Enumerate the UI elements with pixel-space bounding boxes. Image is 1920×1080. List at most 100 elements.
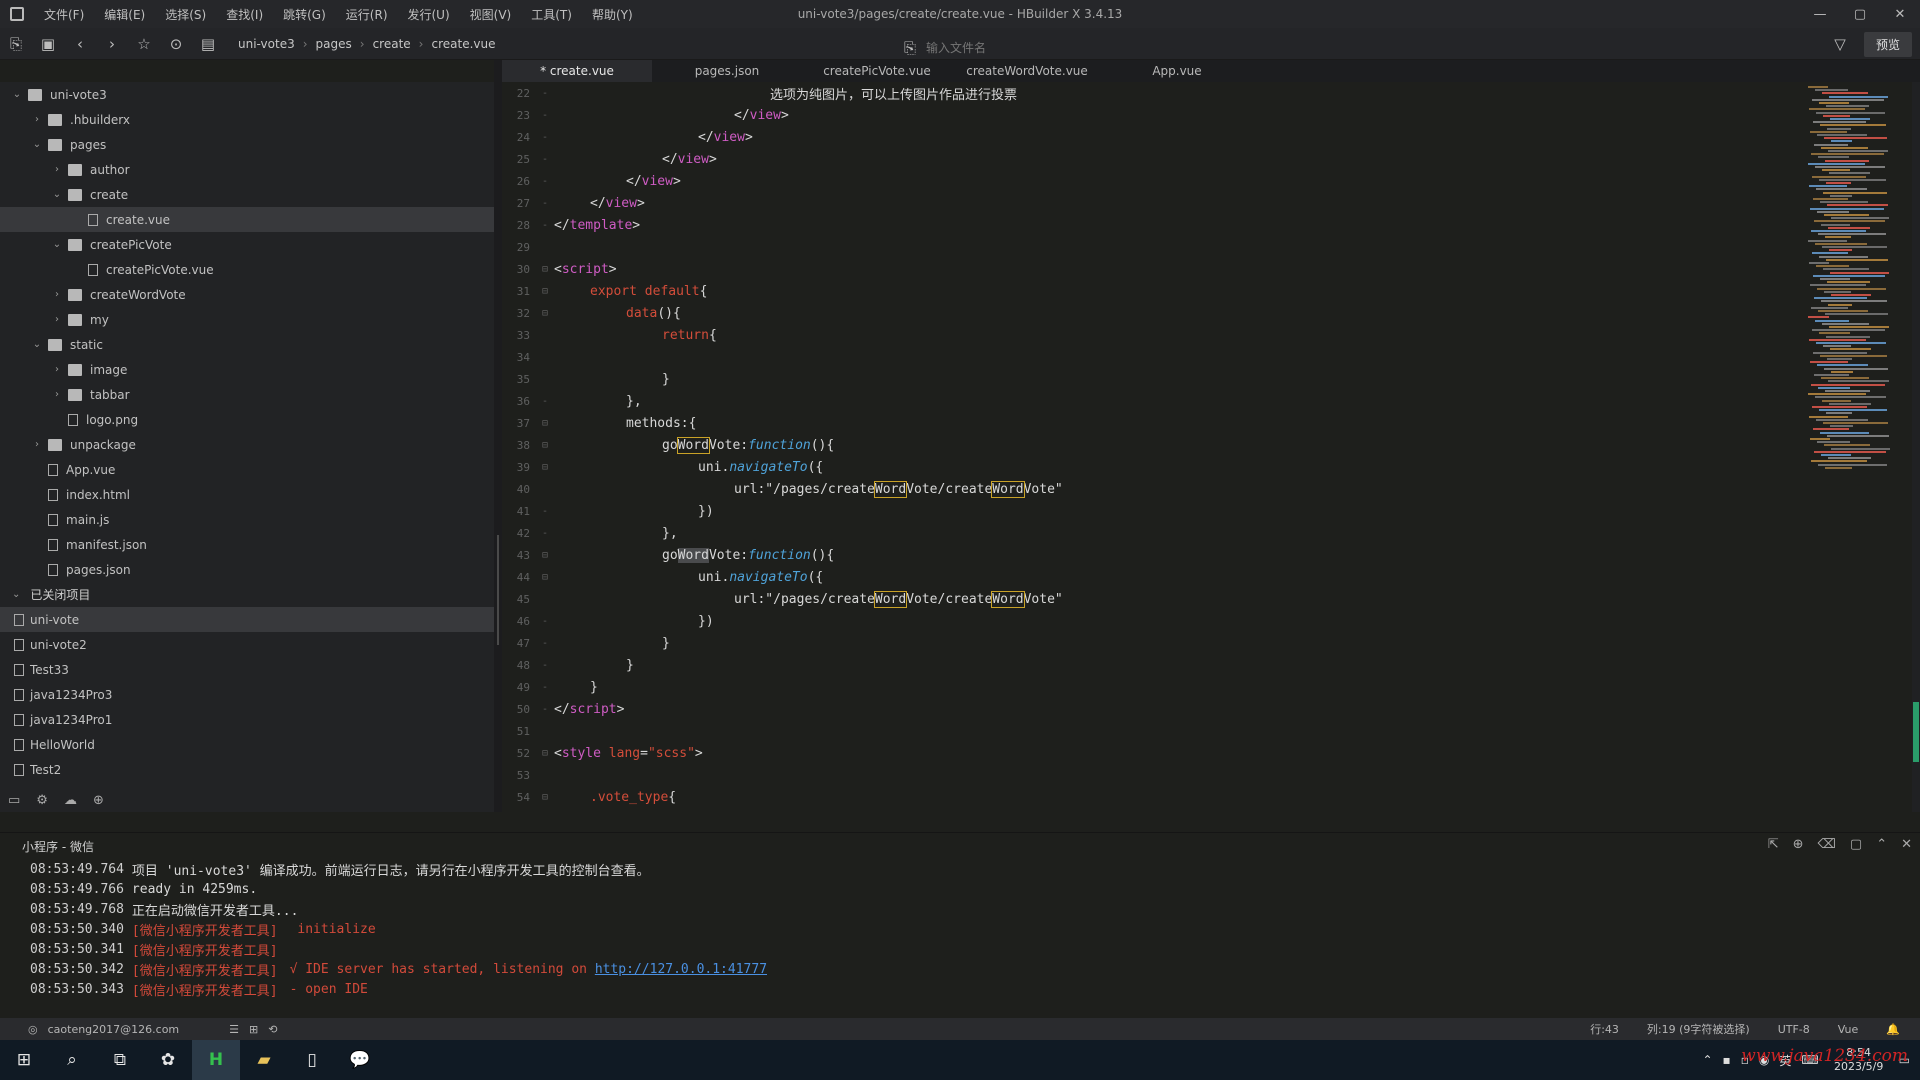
fold-marker[interactable]: - [536, 220, 554, 231]
closed-project-item[interactable]: uni-vote2 [0, 632, 494, 657]
filter-icon[interactable]: ▽ [1824, 28, 1856, 60]
code-line[interactable]: 30 ⊟ <script> [502, 258, 1802, 280]
search-icon[interactable]: ⌕ [48, 1040, 96, 1080]
code-line[interactable]: 29 [502, 236, 1802, 258]
fold-marker[interactable]: - [536, 660, 554, 671]
tree-item[interactable]: › tabbar [0, 382, 494, 407]
fold-marker[interactable]: ⊟ [536, 286, 554, 297]
tree-item[interactable]: ⌄ pages [0, 132, 494, 157]
fold-marker[interactable]: - [536, 176, 554, 187]
code-line[interactable]: 39 ⊟ uni.navigateTo({ [502, 456, 1802, 478]
menu-item[interactable]: 发行(U) [398, 6, 460, 23]
chevron-right-icon[interactable]: › [30, 439, 44, 450]
close-panel-icon[interactable]: ✕ [1901, 837, 1912, 852]
editor-tab[interactable]: createPicVote.vue [802, 60, 952, 82]
closed-project-item[interactable]: HelloWorld [0, 732, 494, 757]
notes-icon[interactable]: ▯ [288, 1040, 336, 1080]
chevron-down-icon[interactable]: ⌄ [10, 89, 24, 100]
fold-marker[interactable]: ⊟ [536, 550, 554, 561]
refresh-icon[interactable]: ⟲ [268, 1023, 277, 1036]
menu-item[interactable]: 选择(S) [155, 6, 216, 23]
code-line[interactable]: 43 ⊟ goWordVote:function(){ [502, 544, 1802, 566]
tree-item[interactable]: › image [0, 357, 494, 382]
code-line[interactable]: 46-}) [502, 610, 1802, 632]
chevron-right-icon[interactable]: › [30, 114, 44, 125]
code-line[interactable]: 47-} [502, 632, 1802, 654]
star-icon[interactable]: ☆ [128, 28, 160, 60]
tree-item[interactable]: App.vue [0, 457, 494, 482]
tree-item[interactable]: ⌄ static [0, 332, 494, 357]
fold-marker[interactable]: - [536, 88, 554, 99]
code-line[interactable]: 53 [502, 764, 1802, 786]
code-line[interactable]: 50- </script> [502, 698, 1802, 720]
breadcrumb-item[interactable]: uni-vote3 [238, 37, 295, 51]
fold-marker[interactable]: ⊟ [536, 440, 554, 451]
tree-item[interactable]: ⌄ createPicVote [0, 232, 494, 257]
menu-item[interactable]: 帮助(Y) [582, 6, 643, 23]
notification-icon[interactable]: 🔔 [1886, 1023, 1900, 1036]
new-file-icon[interactable]: ⎘ [0, 28, 32, 60]
minimize-button[interactable]: — [1800, 0, 1840, 28]
fold-marker[interactable]: - [536, 704, 554, 715]
fold-marker[interactable]: ⊟ [536, 748, 554, 759]
chevron-right-icon[interactable]: › [50, 389, 64, 400]
fold-marker[interactable]: - [536, 154, 554, 165]
code-line[interactable]: 41-}) [502, 500, 1802, 522]
cursor-line[interactable]: 行:43 [1590, 1021, 1619, 1037]
scrollbar-thumb[interactable] [1913, 702, 1919, 762]
code-line[interactable]: 28- </template> [502, 214, 1802, 236]
tree-item[interactable]: manifest.json [0, 532, 494, 557]
tray-chevron-icon[interactable]: ⌃ [1702, 1053, 1712, 1067]
tree-item[interactable]: ⌄ create [0, 182, 494, 207]
settings-icon[interactable]: ⚙ [36, 793, 48, 808]
menu-item[interactable]: 文件(F) [34, 6, 94, 23]
open-external-icon[interactable]: ⇱ [1768, 837, 1779, 852]
grid-icon[interactable]: ⊞ [249, 1023, 258, 1036]
tree-item[interactable]: logo.png [0, 407, 494, 432]
code-line[interactable]: 24- </view> [502, 126, 1802, 148]
tree-item[interactable]: › unpackage [0, 432, 494, 457]
closed-project-item[interactable]: java1234Pro3 [0, 682, 494, 707]
fold-marker[interactable]: ⊟ [536, 418, 554, 429]
code-line[interactable]: 48-} [502, 654, 1802, 676]
fold-marker[interactable]: - [536, 682, 554, 693]
fold-marker[interactable]: - [536, 110, 554, 121]
chevron-right-icon[interactable]: › [50, 289, 64, 300]
chevron-right-icon[interactable]: › [50, 364, 64, 375]
fold-marker[interactable]: - [536, 528, 554, 539]
cursor-column[interactable]: 列:19 (9字符被选择) [1647, 1021, 1750, 1037]
encoding[interactable]: UTF-8 [1778, 1023, 1810, 1036]
task-view-icon[interactable]: ⧉ [96, 1040, 144, 1080]
tree-item[interactable]: › my [0, 307, 494, 332]
editor-tab[interactable]: * create.vue [502, 60, 652, 82]
clear-icon[interactable]: ⌫ [1818, 837, 1836, 852]
tree-item[interactable]: › createWordVote [0, 282, 494, 307]
chevron-down-icon[interactable]: ⌄ [30, 139, 44, 150]
fold-marker[interactable]: - [536, 396, 554, 407]
closed-project-item[interactable]: Test2 [0, 757, 494, 782]
code-line[interactable]: 22- 选项为纯图片，可以上传图片作品进行投票 [502, 82, 1802, 104]
minimap[interactable] [1802, 82, 1912, 482]
tree-item[interactable]: create.vue [0, 207, 494, 232]
code-line[interactable]: 44 ⊟ uni.navigateTo({ [502, 566, 1802, 588]
tree-item[interactable]: index.html [0, 482, 494, 507]
breadcrumb-item[interactable]: create.vue [431, 37, 495, 51]
menu-item[interactable]: 跳转(G) [273, 6, 336, 23]
fold-marker[interactable]: - [536, 638, 554, 649]
list-icon[interactable]: ☰ [229, 1023, 239, 1036]
code-line[interactable]: 45 url:"/pages/createWordVote/createWordV… [502, 588, 1802, 610]
fold-marker[interactable]: - [536, 506, 554, 517]
app-icon[interactable]: ✿ [144, 1040, 192, 1080]
console-title[interactable]: 小程序 - 微信 [22, 838, 94, 855]
fold-marker[interactable]: ⊟ [536, 264, 554, 275]
editor-tab[interactable]: App.vue [1102, 60, 1252, 82]
editor-tab[interactable]: pages.json [652, 60, 802, 82]
editor-tab[interactable]: createWordVote.vue [952, 60, 1102, 82]
tree-item[interactable]: pages.json [0, 557, 494, 582]
tree-item[interactable]: createPicVote.vue [0, 257, 494, 282]
windows-start-icon[interactable]: ⊞ [0, 1040, 48, 1080]
collapse-icon[interactable]: ⌃ [1876, 837, 1887, 852]
account-label[interactable]: caoteng2017@126.com [48, 1023, 180, 1036]
code-line[interactable]: 36-}, [502, 390, 1802, 412]
project-icon[interactable]: ▤ [192, 28, 224, 60]
